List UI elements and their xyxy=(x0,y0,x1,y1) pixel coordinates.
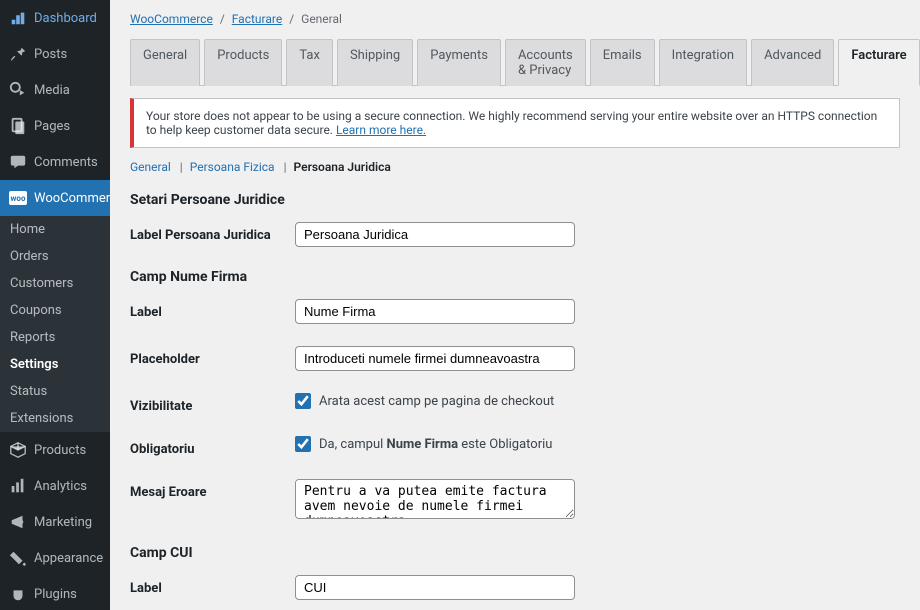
tab-shipping[interactable]: Shipping xyxy=(337,39,413,86)
row-mesaj-eroare: Mesaj Eroare Pentru a va putea emite fac… xyxy=(130,479,900,523)
tab-integration[interactable]: Integration xyxy=(659,39,747,86)
pin-icon xyxy=(8,44,28,64)
sidebar-item-appearance[interactable]: Appearance xyxy=(0,540,110,576)
appearance-icon xyxy=(8,548,28,568)
admin-sidebar: Dashboard Posts Media Pages Comments woo… xyxy=(0,0,110,610)
marketing-icon xyxy=(8,512,28,532)
sidebar-label: Posts xyxy=(34,47,67,62)
input-label-pj[interactable] xyxy=(295,222,575,247)
comments-icon xyxy=(8,152,28,172)
label-label-cui: Label xyxy=(130,575,295,596)
tab-tax[interactable]: Tax xyxy=(286,39,333,86)
sidebar-sub-reports[interactable]: Reports xyxy=(0,324,110,351)
tab-accounts[interactable]: Accounts & Privacy xyxy=(505,39,586,86)
heading-camp-cui: Camp CUI xyxy=(130,545,900,561)
sidebar-label: Marketing xyxy=(34,515,92,530)
breadcrumb-link-facturare[interactable]: Facturare xyxy=(232,12,282,26)
dashboard-icon xyxy=(8,8,28,28)
main-content: WooCommerce / Facturare / General Genera… xyxy=(110,0,920,610)
notice-text: Your store does not appear to be using a… xyxy=(146,109,877,137)
label-placeholder: Placeholder xyxy=(130,346,295,367)
sidebar-label: Plugins xyxy=(34,587,77,602)
breadcrumb-sep: / xyxy=(220,12,225,26)
label-pj: Label Persoana Juridica xyxy=(130,222,295,243)
analytics-icon xyxy=(8,476,28,496)
checkbox-obligatoriu[interactable] xyxy=(295,436,311,452)
sidebar-sub-home[interactable]: Home xyxy=(0,216,110,243)
woocommerce-icon: woo xyxy=(8,188,28,208)
tab-emails[interactable]: Emails xyxy=(590,39,655,86)
sidebar-item-analytics[interactable]: Analytics xyxy=(0,468,110,504)
products-icon xyxy=(8,440,28,460)
heading-setari-pj: Setari Persoane Juridice xyxy=(130,192,900,208)
sidebar-label: Media xyxy=(34,83,70,98)
subsub-persoana-juridica: Persoana Juridica xyxy=(293,160,390,174)
tab-general[interactable]: General xyxy=(130,39,200,86)
checkbox-vizibilitate[interactable] xyxy=(295,393,311,409)
sidebar-label: WooCommerce xyxy=(34,191,110,206)
sidebar-label: Analytics xyxy=(34,479,87,494)
breadcrumb-current: General xyxy=(301,12,342,26)
heading-camp-nume-firma: Camp Nume Firma xyxy=(130,269,900,285)
row-label-nume: Label xyxy=(130,299,900,324)
plugins-icon xyxy=(8,584,28,604)
sidebar-item-marketing[interactable]: Marketing xyxy=(0,504,110,540)
sidebar-label: Pages xyxy=(34,119,70,134)
svg-text:woo: woo xyxy=(11,194,26,203)
sidebar-label: Appearance xyxy=(34,551,103,566)
input-label-cui[interactable] xyxy=(295,575,575,600)
sidebar-sub-orders[interactable]: Orders xyxy=(0,243,110,270)
sidebar-item-dashboard[interactable]: Dashboard xyxy=(0,0,110,36)
settings-tabs: General Products Tax Shipping Payments A… xyxy=(130,38,900,86)
input-label-nume[interactable] xyxy=(295,299,575,324)
checkbox-vizibilitate-label[interactable]: Arata acest camp pe pagina de checkout xyxy=(295,393,575,409)
label-label: Label xyxy=(130,299,295,320)
sidebar-label: Dashboard xyxy=(34,11,97,26)
label-obligatoriu: Obligatoriu xyxy=(130,436,295,457)
row-placeholder: Placeholder xyxy=(130,346,900,371)
https-notice: Your store does not appear to be using a… xyxy=(130,98,900,148)
row-obligatoriu: Obligatoriu Da, campul Nume Firma este O… xyxy=(130,436,900,457)
textarea-mesaj-eroare[interactable]: Pentru a va putea emite factura avem nev… xyxy=(295,479,575,519)
sidebar-item-plugins[interactable]: Plugins xyxy=(0,576,110,610)
input-placeholder-nume[interactable] xyxy=(295,346,575,371)
sidebar-sub-coupons[interactable]: Coupons xyxy=(0,297,110,324)
breadcrumb-link-woocommerce[interactable]: WooCommerce xyxy=(130,12,213,26)
sidebar-label: Products xyxy=(34,443,86,458)
sidebar-item-products[interactable]: Products xyxy=(0,432,110,468)
row-label-cui: Label xyxy=(130,575,900,600)
sidebar-item-posts[interactable]: Posts xyxy=(0,36,110,72)
checkbox-vizibilitate-text: Arata acest camp pe pagina de checkout xyxy=(319,394,554,409)
tab-products[interactable]: Products xyxy=(204,39,282,86)
row-label-pj: Label Persoana Juridica xyxy=(130,222,900,247)
sub-navigation: General | Persoana Fizica | Persoana Jur… xyxy=(130,160,900,174)
row-vizibilitate: Vizibilitate Arata acest camp pe pagina … xyxy=(130,393,900,414)
sidebar-sub-status[interactable]: Status xyxy=(0,378,110,405)
tab-payments[interactable]: Payments xyxy=(417,39,501,86)
sidebar-item-woocommerce[interactable]: woo WooCommerce xyxy=(0,180,110,216)
pages-icon xyxy=(8,116,28,136)
sidebar-sub-settings[interactable]: Settings xyxy=(0,351,110,378)
breadcrumb: WooCommerce / Facturare / General xyxy=(130,0,900,38)
label-mesaj-eroare: Mesaj Eroare xyxy=(130,479,295,500)
tab-advanced[interactable]: Advanced xyxy=(751,39,834,86)
checkbox-obligatoriu-label[interactable]: Da, campul Nume Firma este Obligatoriu xyxy=(295,436,575,452)
tab-facturare[interactable]: Facturare xyxy=(838,39,919,86)
breadcrumb-sep: / xyxy=(289,12,294,26)
subsub-persoana-fizica[interactable]: Persoana Fizica xyxy=(190,160,275,174)
sidebar-item-media[interactable]: Media xyxy=(0,72,110,108)
subsub-general[interactable]: General xyxy=(130,160,171,174)
sidebar-sub-customers[interactable]: Customers xyxy=(0,270,110,297)
label-vizibilitate: Vizibilitate xyxy=(130,393,295,414)
notice-link[interactable]: Learn more here. xyxy=(336,123,426,137)
media-icon xyxy=(8,80,28,100)
sidebar-item-pages[interactable]: Pages xyxy=(0,108,110,144)
sidebar-label: Comments xyxy=(34,155,98,170)
sidebar-sub-extensions[interactable]: Extensions xyxy=(0,405,110,432)
sidebar-item-comments[interactable]: Comments xyxy=(0,144,110,180)
